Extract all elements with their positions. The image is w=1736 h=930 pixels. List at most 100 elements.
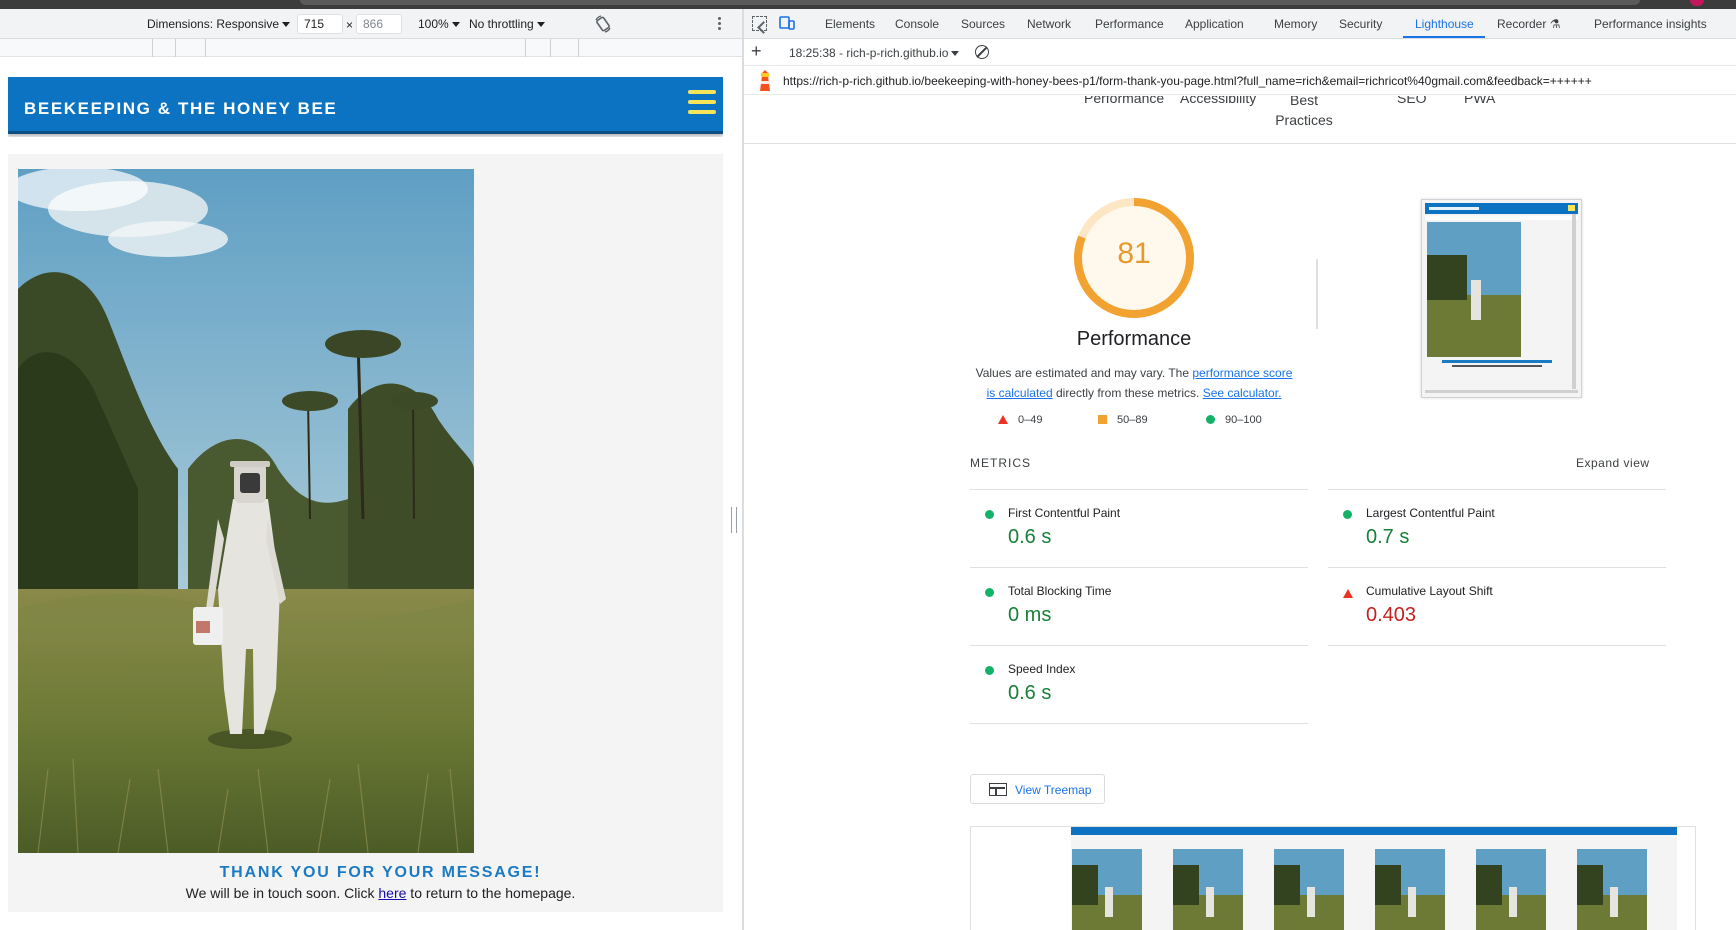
chevron-down-icon — [282, 22, 291, 28]
report-url-bar: https://rich-p-rich.github.io/beekeeping… — [744, 67, 1736, 95]
thanks-message: We will be in touch soon. Click here to … — [8, 885, 723, 901]
metric-largest-contentful-paint: Largest Contentful Paint 0.7 s — [1328, 489, 1666, 567]
tab-recorder[interactable]: Recorder ⚗ — [1497, 17, 1560, 31]
metric-value: 0.6 s — [1008, 682, 1052, 704]
filmstrip-frame — [1172, 827, 1273, 930]
site-title[interactable]: BEEKEEPING & THE HONEY BEE — [24, 99, 337, 119]
tab-application[interactable]: Application — [1185, 17, 1244, 31]
metric-first-contentful-paint: First Contentful Paint 0.6 s — [970, 489, 1308, 567]
average-square-icon — [1098, 415, 1107, 424]
filmstrip-frame-image — [1375, 849, 1445, 930]
performance-title: Performance — [1076, 328, 1192, 350]
metric-total-blocking-time: Total Blocking Time 0 ms — [970, 567, 1308, 645]
zoom-dropdown[interactable]: 100% — [418, 17, 460, 31]
viewport-resize-handle[interactable] — [731, 507, 737, 533]
clear-reports-icon[interactable] — [975, 45, 989, 59]
site-header: BEEKEEPING & THE HONEY BEE — [8, 77, 723, 134]
tab-sources[interactable]: Sources — [961, 17, 1005, 31]
throttling-dropdown[interactable]: No throttling — [469, 17, 545, 31]
nav-pwa[interactable]: PWA — [1464, 96, 1495, 106]
tab-network[interactable]: Network — [1027, 17, 1071, 31]
expand-view-toggle[interactable]: Expand view — [1576, 456, 1650, 470]
thanks-text-before: We will be in touch soon. Click — [185, 885, 379, 901]
filmstrip-frame-image — [1173, 849, 1243, 930]
summary-divider — [1316, 259, 1318, 329]
throttling-label: No throttling — [469, 17, 534, 31]
nav-best-practices[interactable]: Best Practices — [1264, 96, 1344, 130]
metric-name: Cumulative Layout Shift — [1366, 584, 1493, 598]
tab-performance[interactable]: Performance — [1095, 17, 1164, 31]
view-treemap-label: View Treemap — [1015, 783, 1092, 797]
legend-poor-label: 0–49 — [1018, 414, 1043, 426]
view-treemap-button[interactable]: View Treemap — [970, 774, 1105, 804]
metric-name: Largest Contentful Paint — [1366, 506, 1495, 520]
device-toggle-icon[interactable] — [779, 16, 795, 30]
tab-performance-insights[interactable]: Performance insights — [1594, 17, 1707, 31]
filmstrip-frame — [1374, 827, 1475, 930]
fail-triangle-icon — [998, 415, 1008, 424]
thanks-text-after: to return to the homepage. — [406, 885, 576, 901]
filmstrip-frame-image — [1577, 849, 1647, 930]
chevron-down-icon — [951, 51, 960, 57]
chevron-down-icon — [451, 22, 460, 28]
legend-average: 50–89 — [1098, 414, 1148, 426]
page-footer-spacer — [8, 912, 723, 930]
tab-elements[interactable]: Elements — [825, 17, 875, 31]
height-input[interactable]: 866 — [356, 14, 402, 34]
hamburger-menu-icon[interactable] — [688, 90, 716, 114]
report-selector[interactable]: 18:25:38 - rich-p-rich.github.io — [789, 46, 960, 60]
legend-good: 90–100 — [1206, 414, 1262, 426]
desc-text-1: Values are estimated and may vary. The — [975, 366, 1193, 380]
flask-icon: ⚗ — [1549, 17, 1561, 31]
final-screenshot-thumbnail[interactable] — [1421, 199, 1582, 398]
pass-circle-icon — [985, 666, 994, 675]
thanks-heading: THANK YOU FOR YOUR MESSAGE! — [219, 864, 542, 881]
tab-security[interactable]: Security — [1339, 17, 1382, 31]
tab-lighthouse[interactable]: Lighthouse — [1415, 17, 1474, 31]
report-select-label: 18:25:38 - rich-p-rich.github.io — [789, 46, 949, 60]
devtools-pane: Elements Console Sources Network Perform… — [744, 9, 1736, 930]
pass-circle-icon — [1343, 510, 1352, 519]
metric-value: 0 ms — [1008, 604, 1052, 626]
filmstrip-frame — [1475, 827, 1576, 930]
tab-memory[interactable]: Memory — [1274, 17, 1317, 31]
tab-strip — [300, 0, 1640, 5]
homepage-link[interactable]: here — [378, 885, 406, 901]
active-tab-indicator — [1403, 36, 1485, 38]
dimensions-dropdown[interactable]: Dimensions: Responsive — [147, 17, 291, 31]
width-input[interactable]: 715 — [297, 14, 343, 34]
filmstrip-frame-image — [1072, 849, 1142, 930]
metric-name: Total Blocking Time — [1008, 584, 1112, 598]
final-screenshot-image — [1422, 200, 1581, 397]
nav-performance[interactable]: Performance — [1084, 96, 1164, 106]
pass-circle-icon — [985, 588, 994, 597]
nav-accessibility[interactable]: Accessibility — [1180, 96, 1256, 106]
metric-value: 0.6 s — [1008, 526, 1052, 548]
new-report-icon[interactable]: + — [751, 41, 762, 62]
nav-seo[interactable]: SEO — [1397, 96, 1427, 106]
lighthouse-icon — [760, 70, 770, 91]
metric-name: Speed Index — [1008, 662, 1076, 676]
performance-description: Values are estimated and may vary. The p… — [970, 363, 1298, 403]
zoom-label: 100% — [418, 17, 449, 31]
report-url[interactable]: https://rich-p-rich.github.io/beekeeping… — [783, 74, 1592, 88]
pass-circle-icon — [985, 510, 994, 519]
calculator-link[interactable]: See calculator. — [1203, 386, 1282, 400]
chevron-down-icon — [536, 22, 545, 28]
header-spacer — [8, 137, 723, 154]
metrics-heading: METRICS — [970, 456, 1031, 470]
legend-good-label: 90–100 — [1225, 414, 1262, 426]
legend-average-label: 50–89 — [1117, 414, 1148, 426]
legend-poor: 0–49 — [998, 414, 1042, 426]
category-nav: Performance Accessibility Best Practices… — [744, 96, 1736, 144]
rotate-icon[interactable] — [594, 15, 612, 33]
filmstrip-frame-image — [1476, 849, 1546, 930]
times-sign: × — [346, 18, 354, 32]
inspect-element-icon[interactable] — [752, 16, 767, 31]
filmstrip — [970, 826, 1696, 930]
devtools-tabbar: Elements Console Sources Network Perform… — [744, 9, 1736, 39]
tab-console[interactable]: Console — [895, 17, 939, 31]
more-options-icon[interactable] — [716, 17, 722, 31]
metric-speed-index: Speed Index 0.6 s — [970, 645, 1308, 723]
metric-name: First Contentful Paint — [1008, 506, 1121, 520]
